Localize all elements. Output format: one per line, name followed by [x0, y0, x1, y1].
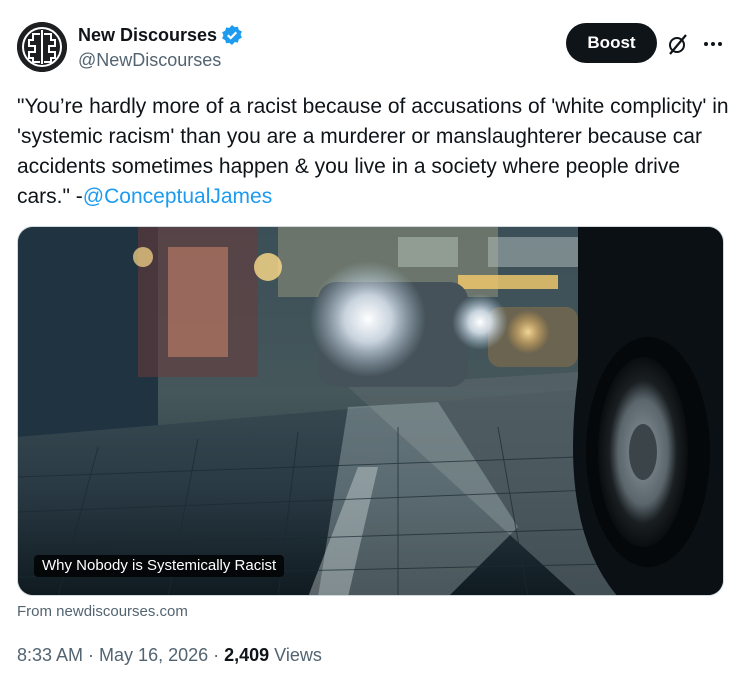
tweet-time[interactable]: 8:33 AM — [17, 645, 83, 665]
tweet-meta: 8:33 AM · May 16, 2026 · 2,409 Views — [17, 645, 322, 666]
card-source-prefix: From — [17, 603, 57, 620]
brain-logo-icon — [17, 22, 67, 72]
card-title: Why Nobody is Systemically Racist — [34, 555, 285, 577]
avatar[interactable] — [17, 22, 67, 72]
card-domain-link[interactable]: newdiscourses.com — [56, 603, 188, 620]
meta-separator: · — [83, 645, 100, 665]
tweet-date[interactable]: May 16, 2026 — [99, 645, 208, 665]
link-card-image[interactable]: Why Nobody is Systemically Racist — [17, 226, 724, 596]
views-count[interactable]: 2,409 — [224, 645, 269, 665]
verified-badge-icon — [221, 24, 243, 46]
author-display-name[interactable]: New Discourses — [78, 24, 217, 46]
mention-link[interactable]: @ConceptualJames — [83, 185, 272, 208]
meta-separator: · — [208, 645, 225, 665]
boost-button[interactable]: Boost — [566, 23, 657, 63]
author-name-row: New Discourses — [78, 24, 243, 46]
rainy-street-photo — [18, 227, 723, 595]
tweet-text: "You’re hardly more of a racist because … — [17, 92, 732, 212]
more-icon[interactable] — [702, 34, 724, 54]
grok-icon[interactable] — [666, 32, 690, 56]
card-source: From newdiscourses.com — [17, 603, 188, 620]
author-handle[interactable]: @NewDiscourses — [78, 50, 221, 71]
views-label: Views — [269, 645, 322, 665]
